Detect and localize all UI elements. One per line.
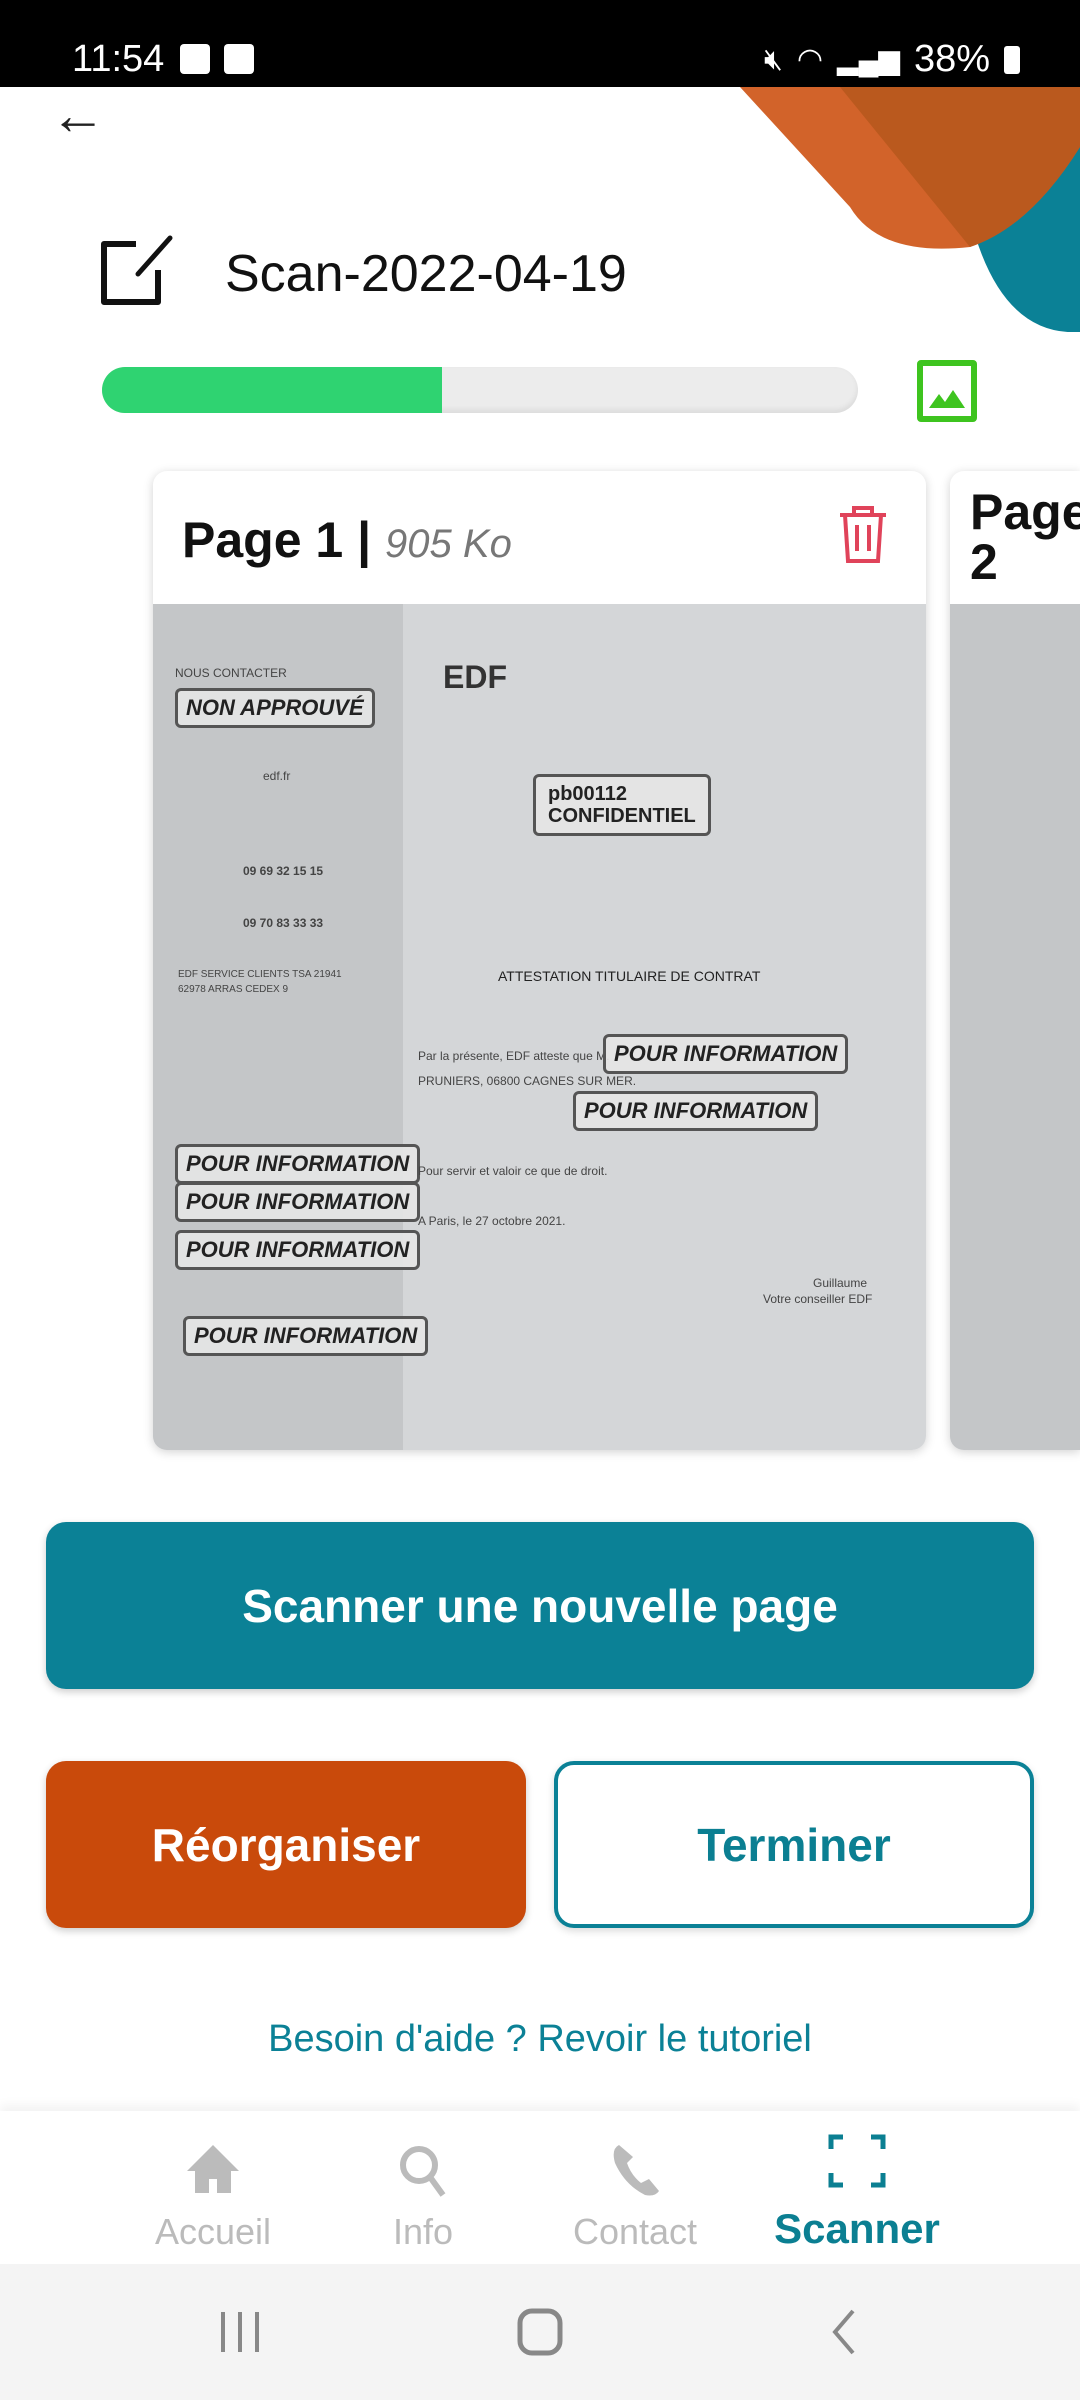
gallery-notification-icon bbox=[180, 44, 210, 74]
back-arrow-icon[interactable]: ← bbox=[50, 87, 110, 143]
doc-stamp: NON APPROUVÉ bbox=[175, 688, 375, 728]
page-card[interactable]: Page 1 | 905 Ko NOUS CONTACTER NON APPRO… bbox=[153, 471, 926, 1450]
doc-text: NOUS CONTACTER bbox=[175, 666, 287, 680]
trash-icon[interactable] bbox=[836, 503, 890, 565]
doc-text: PRUNIERS, 06800 CAGNES SUR MER. bbox=[418, 1074, 637, 1088]
signal-icon: ▂▄▆ bbox=[837, 44, 900, 75]
page-preview: NOUS CONTACTER NON APPROUVÉ edf.fr 09 69… bbox=[153, 604, 926, 1450]
wifi-icon: ◠ bbox=[796, 43, 824, 76]
doc-text: EDF SERVICE CLIENTS TSA 21941 bbox=[178, 969, 342, 980]
decorative-shape bbox=[740, 87, 1080, 332]
nav-label: Accueil bbox=[154, 2211, 272, 2252]
page-label: Page 1 bbox=[182, 512, 344, 568]
edit-title-icon[interactable] bbox=[96, 232, 176, 312]
doc-stamp: POUR INFORMATION bbox=[573, 1091, 819, 1131]
doc-text: 09 69 32 15 15 bbox=[243, 864, 324, 878]
bottom-nav: Accueil Info Contact Scanner bbox=[0, 2111, 1080, 2264]
battery-percent: 38% bbox=[913, 38, 990, 80]
battery-icon bbox=[1004, 45, 1020, 74]
scan-icon bbox=[828, 2134, 886, 2188]
edf-logo: EDF bbox=[443, 659, 507, 695]
doc-text: 62978 ARRAS CEDEX 9 bbox=[178, 984, 289, 995]
image-gallery-icon[interactable] bbox=[917, 360, 977, 422]
doc-stamp: CONFIDENTIEL bbox=[548, 805, 696, 827]
doc-text: A Paris, le 27 octobre 2021. bbox=[418, 1214, 566, 1228]
doc-text: Votre conseiller EDF bbox=[763, 1292, 873, 1306]
page-label: Page 2 bbox=[970, 484, 1080, 590]
reorganize-button[interactable]: Réorganiser bbox=[46, 1761, 526, 1928]
doc-text: Guillaume bbox=[813, 1276, 868, 1290]
phone-icon bbox=[613, 2145, 659, 2196]
doc-stamp: pb00112 bbox=[548, 783, 627, 805]
home-icon bbox=[187, 2145, 239, 2193]
doc-stamp: POUR INFORMATION bbox=[175, 1182, 421, 1222]
nav-label: Contact bbox=[572, 2211, 698, 2252]
search-icon bbox=[400, 2146, 446, 2197]
home-button-icon[interactable] bbox=[480, 2264, 600, 2400]
doc-stamp: POUR INFORMATION bbox=[175, 1230, 421, 1270]
finish-button[interactable]: Terminer bbox=[554, 1761, 1034, 1928]
nav-info[interactable]: Info bbox=[323, 2139, 523, 2253]
doc-stamp: POUR INFORMATION bbox=[603, 1034, 849, 1074]
page-card[interactable]: Page 2 bbox=[950, 471, 1080, 1450]
doc-text: Par la présente, EDF atteste que M. bbox=[418, 1049, 610, 1063]
doc-heading: ATTESTATION TITULAIRE DE CONTRAT bbox=[498, 968, 761, 984]
system-nav-bar bbox=[0, 2264, 1080, 2400]
doc-stamp: POUR INFORMATION bbox=[183, 1316, 429, 1356]
mute-icon: 🔇︎ bbox=[763, 42, 783, 76]
page-size: 905 Ko bbox=[385, 522, 512, 566]
nav-label: Scanner bbox=[774, 2205, 940, 2252]
nav-label: Info bbox=[392, 2211, 454, 2252]
scan-title[interactable]: Scan-2022-04-19 bbox=[225, 244, 627, 304]
clock-notification-icon bbox=[224, 44, 254, 74]
progress-bar bbox=[102, 367, 858, 413]
recent-apps-icon[interactable] bbox=[180, 2264, 300, 2400]
status-time: 11:54 bbox=[72, 38, 165, 80]
doc-text: edf.fr bbox=[263, 769, 291, 783]
doc-stamp: POUR INFORMATION bbox=[175, 1144, 421, 1184]
status-bar: 11:54 🔇︎ ◠ ▂▄▆ 38% bbox=[0, 0, 1080, 87]
doc-text: Pour servir et valoir ce que de droit. bbox=[418, 1164, 608, 1178]
scan-new-page-button[interactable]: Scanner une nouvelle page bbox=[46, 1522, 1034, 1689]
doc-text: 09 70 83 33 33 bbox=[243, 916, 324, 930]
help-tutorial-link[interactable]: Besoin d'aide ? Revoir le tutoriel bbox=[0, 2018, 1080, 2061]
progress-fill bbox=[102, 367, 443, 413]
page-separator: | bbox=[357, 512, 372, 568]
page-preview bbox=[950, 604, 1080, 1450]
nav-contact[interactable]: Contact bbox=[535, 2139, 735, 2253]
back-button-icon[interactable] bbox=[784, 2264, 904, 2400]
nav-scanner[interactable]: Scanner bbox=[757, 2129, 957, 2253]
nav-accueil[interactable]: Accueil bbox=[113, 2139, 313, 2253]
